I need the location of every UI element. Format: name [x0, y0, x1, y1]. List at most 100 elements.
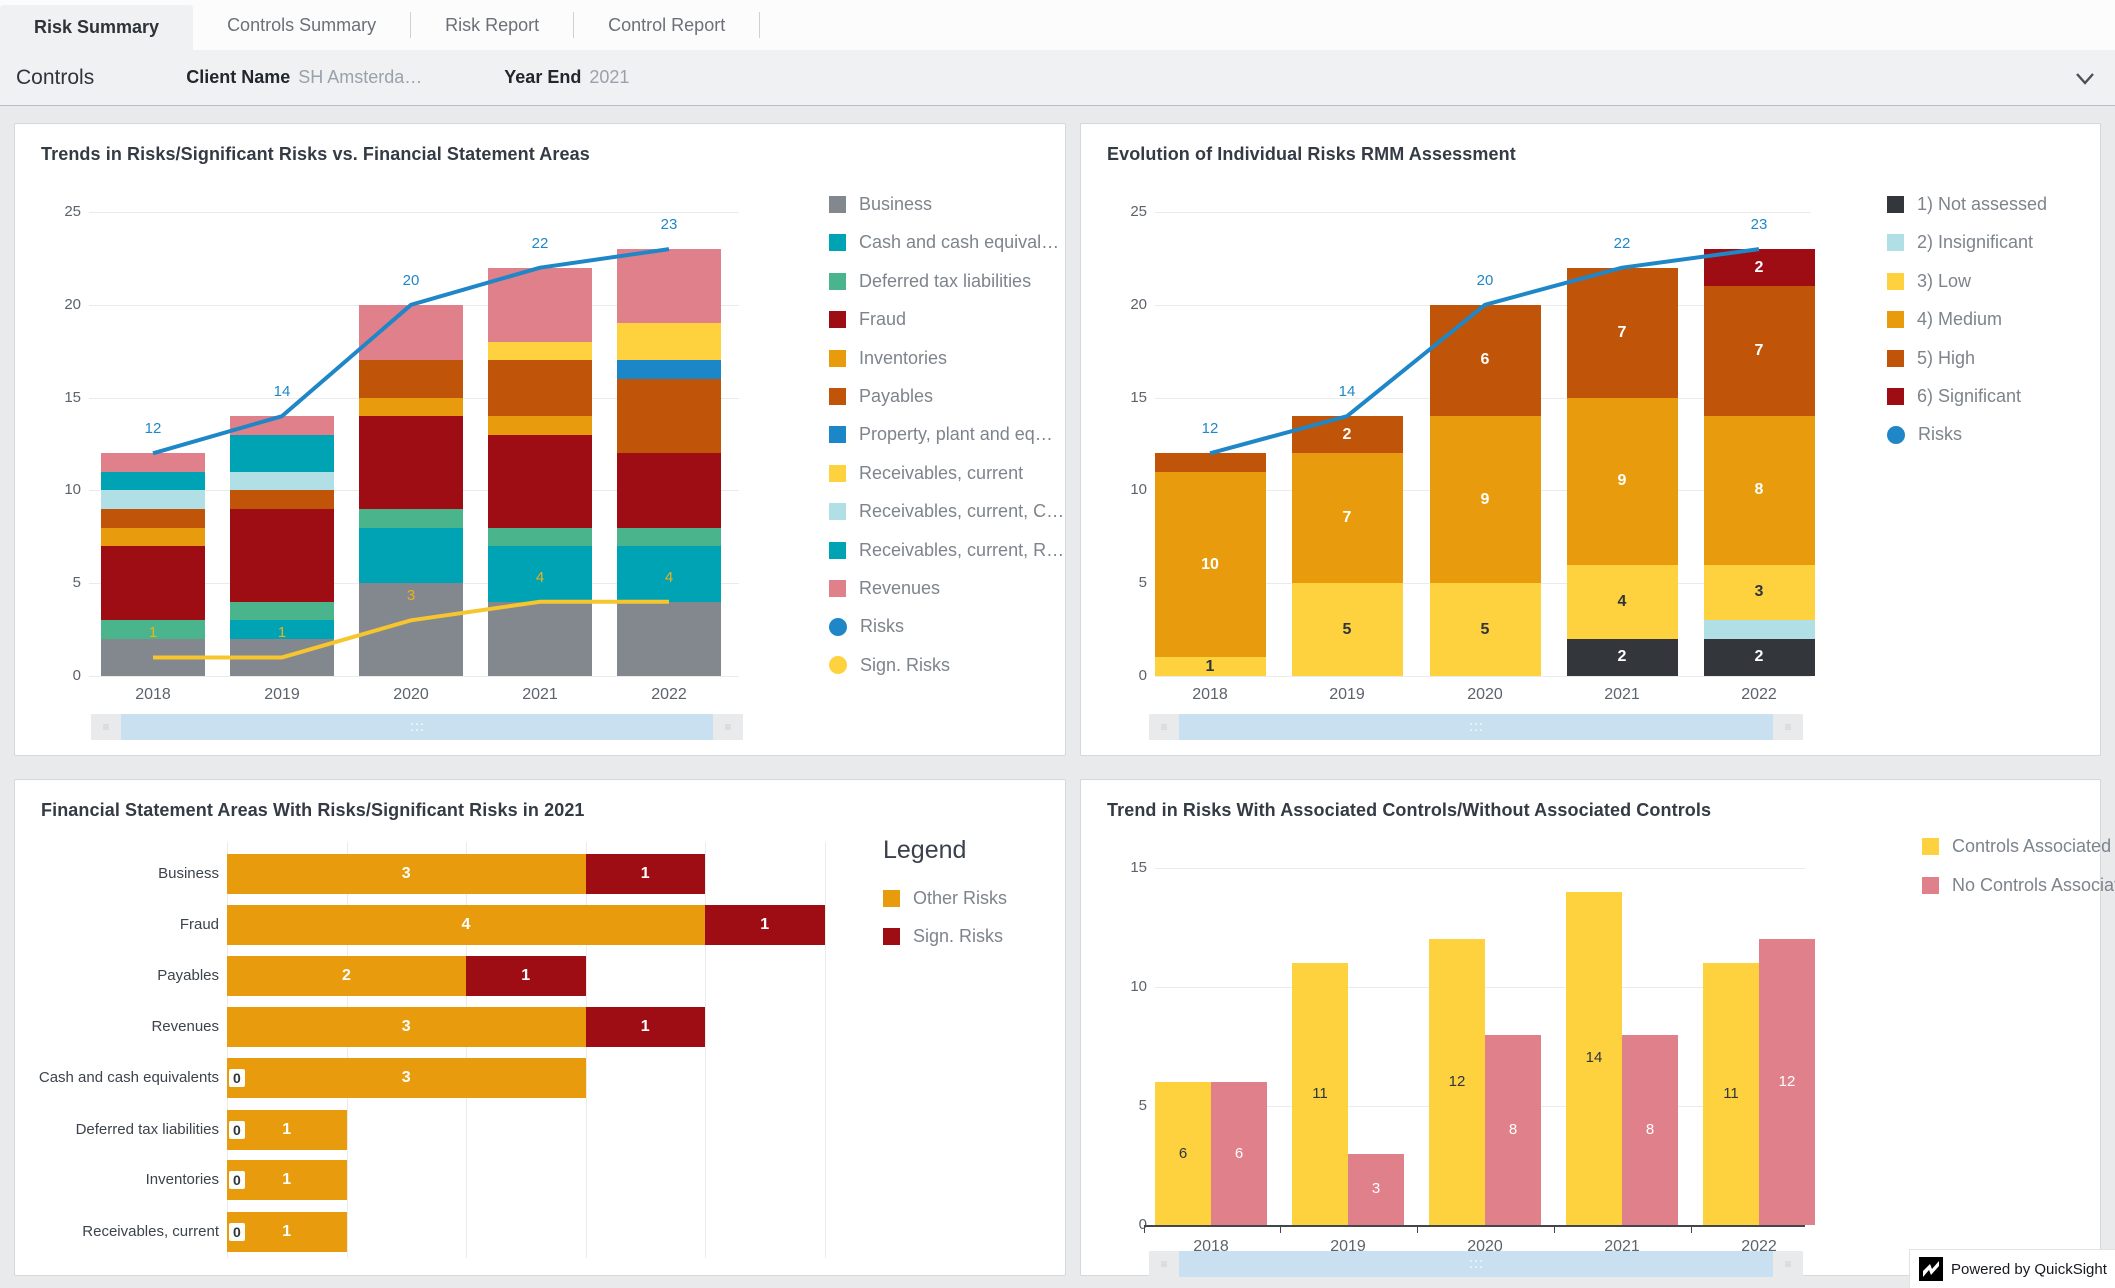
zero-value-label: 0	[229, 1171, 245, 1189]
bar-segment[interactable]	[617, 360, 721, 379]
bar-segment-value: 5	[1292, 622, 1403, 638]
bar-segment[interactable]	[230, 490, 334, 509]
x-axis-tick-mark	[1691, 1225, 1692, 1233]
bar-segment[interactable]	[488, 435, 592, 528]
tab-control-report[interactable]: Control Report	[574, 0, 759, 50]
bar-segment[interactable]	[617, 323, 721, 360]
y-axis-tick-label: 15	[1103, 389, 1147, 406]
legend-item-property-plant-and-eq-[interactable]: Property, plant and eq…	[829, 424, 1053, 445]
bar-segment[interactable]	[359, 528, 463, 584]
legend-item-2-insignificant[interactable]: 2) Insignificant	[1887, 232, 2033, 253]
legend-item-other-risks[interactable]: Other Risks	[883, 888, 1007, 909]
bar-segment[interactable]	[617, 379, 721, 453]
legend-item-6-significant[interactable]: 6) Significant	[1887, 386, 2021, 407]
bar-segment[interactable]	[230, 509, 334, 602]
legend-item-risks[interactable]: Risks	[829, 616, 904, 637]
bar-segment[interactable]	[1155, 453, 1266, 472]
legend-item-revenues[interactable]: Revenues	[829, 578, 940, 599]
gridline	[825, 842, 826, 1258]
bar-segment-value: 2	[1567, 649, 1678, 665]
bar-segment[interactable]	[359, 416, 463, 509]
legend-item-sign-risks[interactable]: Sign. Risks	[829, 655, 950, 676]
y-axis-tick-label: 0	[37, 667, 81, 684]
scrollbar-thumb[interactable]: ··· ···	[1179, 1251, 1773, 1277]
bar-segment-value: 1	[586, 866, 706, 882]
scrollbar-right-handle[interactable]: ≡	[713, 714, 743, 740]
legend-label: Sign. Risks	[860, 655, 950, 676]
legend-item-receivables-current[interactable]: Receivables, current	[829, 463, 1023, 484]
bar-segment[interactable]	[230, 435, 334, 472]
legend-label: Payables	[859, 386, 933, 407]
bar-segment[interactable]	[101, 453, 205, 472]
bar-segment[interactable]	[488, 528, 592, 547]
bar-segment[interactable]	[359, 398, 463, 417]
scrollbar-right-handle[interactable]: ≡	[1773, 714, 1803, 740]
scrollbar-left-handle[interactable]: ≡	[1149, 1251, 1179, 1277]
bar-segment[interactable]	[359, 509, 463, 528]
scrollbar-thumb[interactable]: ··· ···	[121, 714, 713, 740]
x-axis-line	[1145, 1225, 1805, 1227]
bar-value: 8	[1485, 1122, 1541, 1137]
bar-segment[interactable]	[101, 490, 205, 509]
chart-scrollbar[interactable]: ≡ ··· ··· ≡	[1149, 714, 1803, 740]
legend-item-risks[interactable]: Risks	[1887, 424, 1962, 445]
client-name-control[interactable]: Client Name SH Amsterda…	[186, 67, 422, 88]
legend-item-cash-and-cash-equival-[interactable]: Cash and cash equival…	[829, 232, 1059, 253]
chevron-down-icon[interactable]	[2071, 64, 2099, 92]
bar-segment[interactable]	[488, 342, 592, 361]
chart-scrollbar[interactable]: ≡··· ···≡	[1149, 1251, 1803, 1277]
bar-segment[interactable]	[617, 602, 721, 676]
legend-item-payables[interactable]: Payables	[829, 386, 933, 407]
bar-segment[interactable]	[101, 546, 205, 620]
tab-risk-summary[interactable]: Risk Summary	[0, 5, 193, 50]
bar-segment[interactable]	[488, 416, 592, 435]
bar-segment[interactable]	[488, 602, 592, 676]
scrollbar-grip-dots: ··· ···	[1469, 721, 1484, 734]
legend-item-inventories[interactable]: Inventories	[829, 348, 947, 369]
row-category-label: Business	[24, 865, 219, 882]
bar-segment[interactable]	[230, 472, 334, 491]
scrollbar-left-handle[interactable]: ≡	[1149, 714, 1179, 740]
bar-segment[interactable]	[488, 360, 592, 416]
gridline	[89, 212, 739, 213]
scrollbar-thumb[interactable]: ··· ···	[1179, 714, 1773, 740]
legend-item-1-not-assessed[interactable]: 1) Not assessed	[1887, 194, 2047, 215]
bar-segment[interactable]	[101, 528, 205, 547]
legend-item-5-high[interactable]: 5) High	[1887, 348, 1975, 369]
legend-item-deferred-tax-liabilities[interactable]: Deferred tax liabilities	[829, 271, 1031, 292]
bar-segment-value: 1	[227, 1224, 347, 1240]
legend-item-3-low[interactable]: 3) Low	[1887, 271, 1971, 292]
legend-item-receivables-current-r-[interactable]: Receivables, current, R…	[829, 540, 1064, 561]
bar-segment[interactable]	[617, 453, 721, 527]
legend-item-controls-associated[interactable]: Controls Associated	[1922, 836, 2111, 857]
quicksight-logo-icon	[1919, 1257, 1943, 1281]
legend-item-receivables-current-c-[interactable]: Receivables, current, C…	[829, 501, 1064, 522]
legend-item-sign-risks[interactable]: Sign. Risks	[883, 926, 1003, 947]
legend-item-fraud[interactable]: Fraud	[829, 309, 906, 330]
scrollbar-left-handle[interactable]: ≡	[91, 714, 121, 740]
legend-item-4-medium[interactable]: 4) Medium	[1887, 309, 2002, 330]
tab-controls-summary[interactable]: Controls Summary	[193, 0, 410, 50]
bar-segment[interactable]	[359, 305, 463, 361]
bar-segment[interactable]	[101, 472, 205, 491]
legend-label: Cash and cash equival…	[859, 232, 1059, 253]
bar-segment[interactable]	[101, 639, 205, 676]
powered-by-quicksight-badge[interactable]: Powered by QuickSight	[1910, 1250, 2115, 1288]
tab-risk-report[interactable]: Risk Report	[411, 0, 573, 50]
bar-segment[interactable]	[230, 639, 334, 676]
year-end-control[interactable]: Year End 2021	[504, 67, 629, 88]
bar-segment[interactable]	[617, 528, 721, 547]
legend-square-swatch	[1922, 838, 1939, 855]
bar-segment[interactable]	[230, 602, 334, 621]
bar-segment[interactable]	[617, 249, 721, 323]
legend-item-no-controls-associated[interactable]: No Controls Associated	[1922, 875, 2115, 896]
chart-scrollbar[interactable]: ≡··· ···≡	[91, 714, 743, 740]
bar-segment[interactable]	[1704, 620, 1815, 639]
x-axis-tick-label: 2021	[490, 686, 590, 704]
bar-segment[interactable]	[101, 509, 205, 528]
bar-segment[interactable]	[230, 416, 334, 435]
bar-segment[interactable]	[359, 360, 463, 397]
bar-segment[interactable]	[488, 268, 592, 342]
scrollbar-right-handle[interactable]: ≡	[1773, 1251, 1803, 1277]
legend-item-business[interactable]: Business	[829, 194, 932, 215]
